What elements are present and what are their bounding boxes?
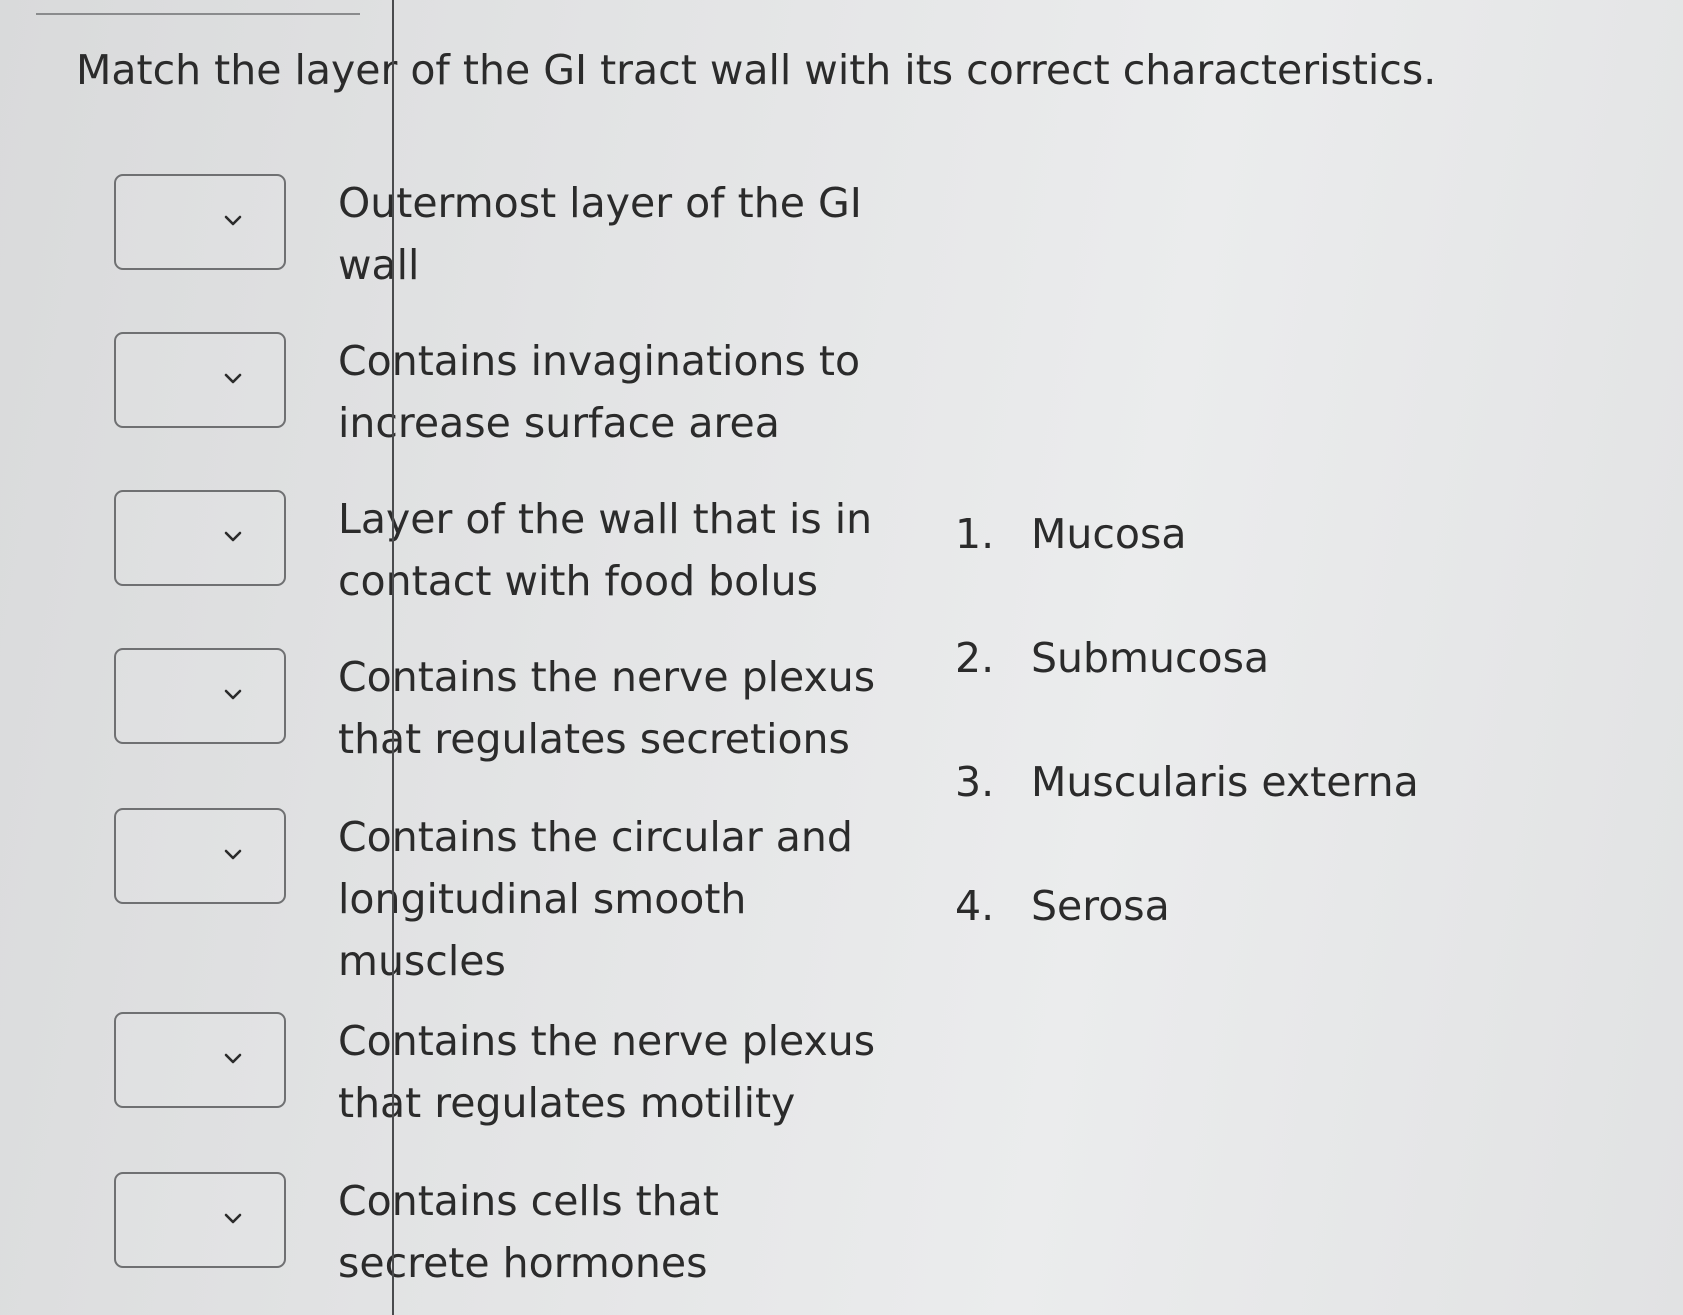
option-submucosa: 2. Submucosa [955,634,1269,682]
option-number: 3. [955,758,995,806]
option-mucosa: 1. Mucosa [955,510,1186,558]
answer-dropdown-6[interactable] [114,1012,286,1108]
answer-dropdown-1[interactable] [114,174,286,270]
chevron-down-icon [224,373,242,384]
question-text: Match the layer of the GI tract wall wit… [76,46,1437,94]
prompt-text: Outermost layer of the GI wall [338,179,862,289]
option-number: 2. [955,634,995,682]
chevron-down-icon [224,689,242,700]
prompt-text: Contains the nerve plexus that regulates… [338,653,876,763]
answer-dropdown-5[interactable] [114,808,286,904]
option-label: Serosa [1031,882,1170,930]
chevron-down-icon [224,531,242,542]
option-label: Submucosa [1031,634,1270,682]
top-divider [36,0,360,15]
chevron-down-icon [224,849,242,860]
option-serosa: 4. Serosa [955,882,1170,930]
answer-dropdown-4[interactable] [114,648,286,744]
option-number: 1. [955,510,995,558]
vertical-divider [392,0,394,1315]
chevron-down-icon [224,1213,242,1224]
answer-dropdown-2[interactable] [114,332,286,428]
prompt-text: Contains the nerve plexus that regulates… [338,1017,876,1127]
chevron-down-icon [224,1053,242,1064]
chevron-down-icon [224,215,242,226]
option-muscularis-externa: 3. Muscularis externa [955,758,1419,806]
prompt-text: Contains the circular and longitudinal s… [338,813,853,985]
option-label: Muscularis externa [1031,758,1419,806]
answer-dropdown-3[interactable] [114,490,286,586]
answer-dropdown-7[interactable] [114,1172,286,1268]
option-label: Mucosa [1031,510,1187,558]
prompt-text: Contains cells that secrete hormones [338,1177,719,1287]
prompt-text: Contains invaginations to increase surfa… [338,337,861,447]
prompt-text: Layer of the wall that is in contact wit… [338,495,873,605]
option-number: 4. [955,882,995,930]
